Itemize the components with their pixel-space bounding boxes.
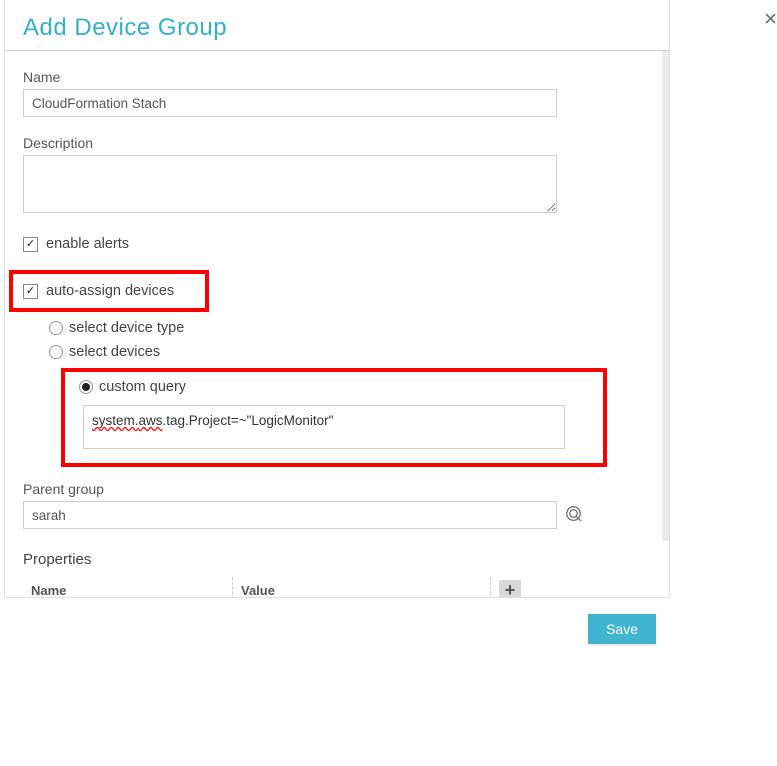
custom-query-highlight: custom query system.aws.tag.Project=~"Lo… bbox=[61, 368, 607, 467]
close-icon[interactable]: × bbox=[764, 8, 777, 30]
add-property-button[interactable]: + bbox=[499, 580, 521, 597]
auto-assign-checkbox[interactable]: ✓ bbox=[23, 284, 38, 299]
custom-query-input[interactable]: system.aws.tag.Project=~"LogicMonitor" bbox=[83, 405, 565, 449]
dialog-title: Add Device Group bbox=[23, 14, 651, 42]
parent-group-label: Parent group bbox=[23, 481, 651, 497]
properties-col-value: Value bbox=[233, 577, 491, 598]
dialog-footer: Save bbox=[0, 598, 666, 644]
save-button[interactable]: Save bbox=[588, 614, 656, 644]
properties-col-name: Name bbox=[23, 577, 233, 598]
enable-alerts-label: enable alerts bbox=[46, 236, 129, 252]
add-device-group-dialog: × Add Device Group Name Description ✓ en… bbox=[4, 0, 670, 598]
select-devices-row[interactable]: select devices bbox=[49, 344, 651, 360]
description-label: Description bbox=[23, 135, 651, 151]
custom-query-radio[interactable] bbox=[79, 380, 93, 394]
dialog-header: Add Device Group bbox=[5, 0, 669, 51]
auto-assign-highlight: ✓ auto-assign devices bbox=[9, 270, 209, 312]
parent-group-block: Parent group bbox=[23, 481, 651, 529]
properties-section-label: Properties bbox=[23, 551, 651, 568]
enable-alerts-checkbox[interactable]: ✓ bbox=[23, 237, 38, 252]
select-devices-label: select devices bbox=[69, 344, 160, 360]
auto-assign-label: auto-assign devices bbox=[46, 283, 174, 299]
custom-query-text: system.aws.tag.Project=~"LogicMonitor" bbox=[92, 413, 333, 428]
select-device-type-radio[interactable] bbox=[49, 321, 63, 335]
auto-assign-block: ✓ auto-assign devices select device type… bbox=[23, 270, 651, 467]
select-device-type-row[interactable]: select device type bbox=[49, 320, 651, 336]
custom-query-label: custom query bbox=[99, 379, 186, 395]
properties-block: Properties Name Value + bbox=[23, 551, 651, 597]
name-label: Name bbox=[23, 69, 651, 85]
magnify-icon[interactable] bbox=[565, 505, 585, 525]
parent-group-wrap bbox=[23, 501, 557, 529]
enable-alerts-row[interactable]: ✓ enable alerts bbox=[23, 236, 651, 252]
name-field-block: Name bbox=[23, 69, 651, 117]
auto-assign-options: select device type select devices custom… bbox=[49, 320, 651, 467]
select-device-type-label: select device type bbox=[69, 320, 184, 336]
select-devices-radio[interactable] bbox=[49, 345, 63, 359]
description-field-block: Description bbox=[23, 135, 651, 218]
dialog-body: Name Description ✓ enable alerts ✓ auto-… bbox=[5, 51, 669, 597]
properties-table-header: Name Value + bbox=[23, 574, 651, 597]
scrollbar-track[interactable] bbox=[662, 51, 669, 541]
custom-query-row[interactable]: custom query bbox=[79, 379, 589, 395]
name-input[interactable] bbox=[23, 89, 557, 117]
parent-group-input[interactable] bbox=[23, 501, 557, 529]
description-textarea[interactable] bbox=[23, 155, 557, 213]
properties-add-cell: + bbox=[491, 574, 529, 597]
